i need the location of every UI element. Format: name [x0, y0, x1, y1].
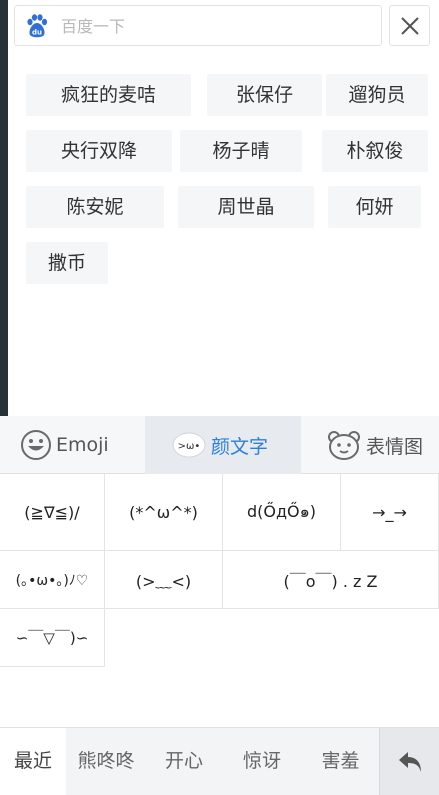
- svg-text:du: du: [32, 29, 42, 37]
- category-bar: 最近 熊咚咚 开心 惊讶 害羞: [0, 727, 439, 795]
- kaomoji-cell[interactable]: →_→: [341, 474, 439, 551]
- keyboard-tab-bar: Emoji >ω• 颜文字 表情图: [0, 416, 439, 474]
- tab-kaomoji-label: 颜文字: [211, 435, 269, 458]
- search-row: du 百度一下: [14, 5, 439, 47]
- tab-emoji[interactable]: Emoji: [20, 416, 145, 474]
- suggestion-chip[interactable]: 陈安妮: [26, 186, 164, 228]
- tab-stickers-label: 表情图: [366, 435, 424, 458]
- emoji-smiley-icon: [20, 429, 52, 461]
- close-button[interactable]: [389, 5, 430, 46]
- suggestion-chip[interactable]: 周世晶: [178, 186, 314, 228]
- kaomoji-cell[interactable]: (*^ω^*): [105, 474, 223, 551]
- bear-face-icon: [326, 429, 362, 461]
- suggestion-chip[interactable]: 撒币: [26, 242, 108, 284]
- baidu-paw-icon: du: [24, 13, 50, 39]
- back-arrow-icon: [398, 752, 421, 772]
- kaomoji-grid: (≧∇≦)/ (*^ω^*) d(ŐдŐ๑) →_→ (｡•ω•｡)ﾉ♡ (>﹏…: [0, 474, 439, 727]
- tab-emoji-label: Emoji: [56, 434, 109, 456]
- category-shy[interactable]: 害羞: [302, 728, 379, 795]
- tab-stickers[interactable]: 表情图: [326, 416, 439, 474]
- back-button[interactable]: [379, 728, 439, 795]
- category-happy[interactable]: 开心: [146, 728, 222, 795]
- tab-kaomoji[interactable]: >ω• 颜文字: [145, 416, 301, 474]
- kaomoji-cell[interactable]: ∽￣▽￣)∽: [0, 609, 105, 667]
- category-recent[interactable]: 最近: [0, 728, 66, 795]
- suggestion-chip[interactable]: 张保仔: [207, 74, 322, 116]
- suggestion-chip[interactable]: 疯狂的麦咭: [26, 74, 191, 116]
- suggestion-chip[interactable]: 遛狗员: [326, 74, 428, 116]
- svg-text:>ω•: >ω•: [178, 441, 201, 452]
- kaomoji-cell[interactable]: (>﹏<): [105, 551, 223, 609]
- kaomoji-cell[interactable]: (｡•ω•｡)ﾉ♡: [0, 551, 105, 609]
- emoji-keyboard: Emoji >ω• 颜文字 表情图 (≧∇≦)/ (*^ω^*) d(ŐдŐ๑)…: [0, 416, 439, 795]
- app-root: du 百度一下 疯狂的麦咭 张保仔 遛狗员 央行双降 杨子晴 朴叙俊 陈安妮 周…: [0, 0, 439, 795]
- suggestion-chip[interactable]: 央行双降: [26, 130, 172, 172]
- kaomoji-cell[interactable]: (￣o￣) . z Z: [223, 551, 439, 609]
- search-panel: du 百度一下 疯狂的麦咭 张保仔 遛狗员 央行双降 杨子晴 朴叙俊 陈安妮 周…: [8, 0, 439, 416]
- suggestion-chip[interactable]: 何妍: [328, 186, 421, 228]
- kaomoji-bubble-icon: >ω•: [171, 430, 207, 460]
- category-xiongdongdong[interactable]: 熊咚咚: [66, 728, 146, 795]
- category-surprised[interactable]: 惊讶: [222, 728, 302, 795]
- kaomoji-cell[interactable]: d(ŐдŐ๑): [223, 474, 341, 551]
- suggestion-chip[interactable]: 朴叙俊: [322, 130, 428, 172]
- close-icon: [400, 16, 419, 35]
- kaomoji-cell[interactable]: (≧∇≦)/: [0, 474, 105, 551]
- search-input[interactable]: du 百度一下: [14, 5, 382, 46]
- suggestion-chip[interactable]: 杨子晴: [180, 130, 302, 172]
- search-placeholder: 百度一下: [61, 17, 126, 36]
